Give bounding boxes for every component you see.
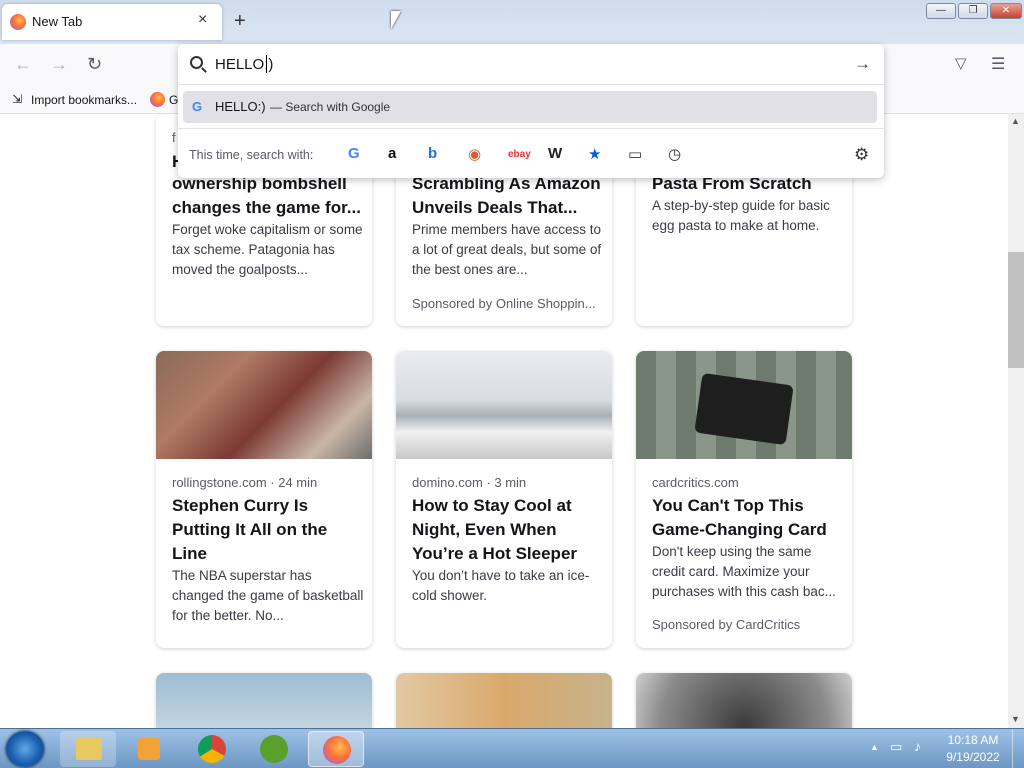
story-headline: How to Stay Cool at Night, Even When You… [412,496,578,563]
duckduckgo-engine-button[interactable]: ◉ [468,145,481,163]
close-window-button[interactable]: ✕ [990,3,1022,19]
search-settings-icon[interactable]: ⚙ [854,145,869,165]
divider [178,84,884,85]
scrollbar-thumb[interactable] [1008,252,1024,368]
story-source: f [172,130,176,145]
taskbar-explorer[interactable] [60,731,116,767]
story-source: cardcritics.com [652,475,739,490]
story-card[interactable]: cardcritics.com You Can't Top This Game-… [636,351,852,648]
forward-button[interactable]: → [50,54,68,75]
story-description: Don't keep using the same credit card. M… [652,544,836,599]
story-image [396,673,612,728]
import-bookmarks-link[interactable]: Import bookmarks... [31,93,137,107]
show-hidden-icons[interactable]: ▲ [870,742,879,752]
volume-icon[interactable]: ♪ [914,738,921,754]
new-tab-button[interactable]: + [234,10,246,33]
pocket-icon[interactable]: ▽ [955,54,967,72]
url-input[interactable]: HELLO:) [215,56,273,73]
menu-button[interactable]: ☰ [991,54,1005,74]
sponsored-label: Sponsored by CardCritics [652,617,801,632]
mouse-cursor [391,11,401,29]
story-headline: Scrambling As Amazon Unveils Deals That.… [412,174,601,217]
clock-date[interactable]: 9/19/2022 [946,750,1000,764]
bookmarks-engine-button[interactable]: ★ [588,145,601,163]
story-description: You don’t have to take an ice-cold showe… [412,568,590,603]
story-image [636,351,852,459]
new-tab-content: f H ownership bombshell changes the game… [0,114,1008,728]
network-icon[interactable]: ▭ [890,739,902,755]
go-arrow-icon[interactable]: → [854,54,871,74]
story-description: A step-by-step guide for basic egg pasta… [652,198,830,233]
google-icon: G [192,99,203,114]
wikipedia-engine-button[interactable]: W [548,145,562,162]
taskbar-media-player[interactable] [122,731,178,767]
firefox-favicon-icon [10,14,26,30]
story-image [156,673,372,728]
tab-new-tab[interactable]: New Tab × [2,4,222,40]
divider [178,128,884,129]
tab-title: New Tab [32,14,83,29]
search-with-label: This time, search with: [189,148,314,162]
story-source: rollingstone.com · 24 min [172,475,318,490]
show-desktop-button[interactable] [1012,729,1024,768]
restore-button[interactable]: ❐ [958,3,988,19]
story-description: Forget woke capitalism or some tax schem… [172,222,363,277]
bing-engine-button[interactable]: b [428,145,437,162]
start-button[interactable] [6,731,44,767]
taskbar-firefox[interactable] [308,731,364,767]
story-description: The NBA superstar has changed the game o… [172,568,364,623]
tab-close-icon[interactable]: × [198,11,207,29]
story-headline: Stephen Curry Is Putting It All on the L… [172,496,328,563]
story-card[interactable] [156,673,372,728]
story-image [156,351,372,459]
utorrent-icon [260,735,288,763]
reload-button[interactable]: ↻ [87,54,102,75]
story-headline: ownership bombshell changes the game for… [172,174,361,217]
clock-time[interactable]: 10:18 AM [946,733,1000,747]
folder-icon [76,738,102,760]
taskbar-utorrent[interactable] [246,731,302,767]
taskbar-chrome[interactable] [184,731,240,767]
tabs-engine-button[interactable]: ▭ [628,145,642,163]
amazon-engine-button[interactable]: a [388,145,396,162]
search-suggestion-row[interactable]: G HELLO:) — Search with Google [183,91,877,123]
story-card[interactable] [396,673,612,728]
suggestion-suffix: — Search with Google [270,100,391,114]
firefox-bookmark-icon [150,92,165,107]
credit-card-graphic [694,372,794,446]
scroll-down-icon[interactable]: ▼ [1011,714,1020,724]
story-image [396,351,612,459]
suggestion-text: HELLO:) [215,99,266,114]
story-card[interactable]: domino.com · 3 min How to Stay Cool at N… [396,351,612,648]
story-headline: You Can't Top This Game-Changing Card [652,496,827,539]
story-description: Prime members have access to a lot of gr… [412,222,602,277]
story-image [636,673,852,728]
story-source: domino.com · 3 min [412,475,527,490]
sponsored-label: Sponsored by Online Shoppin... [412,296,596,311]
getting-started-bookmark[interactable]: G [169,93,178,107]
story-card[interactable]: rollingstone.com · 24 min Stephen Curry … [156,351,372,648]
page-scrollbar[interactable] [1008,114,1024,728]
scroll-up-icon[interactable]: ▲ [1011,116,1020,126]
minimize-button[interactable]: — [926,3,956,19]
text-cursor [266,55,267,73]
back-button[interactable]: ← [14,54,32,75]
search-icon-handle [201,67,207,73]
history-engine-button[interactable]: ◷ [668,145,681,163]
google-engine-button[interactable]: G [348,145,360,162]
chrome-icon [198,735,226,763]
media-player-icon [138,738,160,760]
import-icon: ⇲ [12,92,23,106]
ebay-engine-button[interactable]: ebay [508,149,531,160]
story-card[interactable] [636,673,852,728]
firefox-icon [323,736,351,764]
